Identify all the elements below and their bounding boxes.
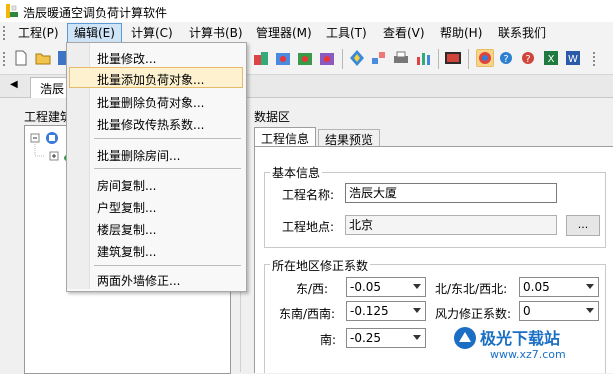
toolbar-grip[interactable] (593, 52, 598, 66)
building-calc-icon[interactable] (252, 49, 270, 67)
north-select[interactable]: 0.05 (519, 277, 599, 297)
cooling-icon[interactable] (274, 49, 292, 67)
chevron-down-icon (413, 308, 421, 313)
project-location-field[interactable]: 北京 (345, 215, 557, 235)
chart-icon[interactable] (414, 49, 432, 67)
project-name-field[interactable]: 浩辰大厦 (345, 183, 557, 203)
svg-text:?: ? (503, 54, 508, 65)
south-label: 南: (320, 333, 337, 347)
menu-item-exterior-wall-correction[interactable]: 两面外墙修正... (97, 272, 180, 289)
menu-item-copy-room[interactable]: 房间复制... (97, 177, 156, 194)
chevron-down-icon (586, 308, 594, 313)
wind-correction-select[interactable]: 0 (519, 301, 599, 321)
word-icon[interactable]: W (564, 49, 582, 67)
menubar-grip[interactable] (3, 26, 8, 40)
open-folder-icon[interactable] (34, 49, 52, 67)
south-select[interactable]: -0.25 (346, 328, 426, 348)
data-area-title: 数据区 (254, 110, 291, 124)
southeast-southwest-select[interactable]: -0.125 (346, 301, 426, 321)
watermark-brand: 极光下载站 (480, 329, 561, 348)
document-tab-label: 浩辰 (40, 82, 65, 96)
menu-item-batch-add-load[interactable]: 批量添加负荷对象... (97, 71, 204, 88)
wind-correction-label: 风力修正系数: (435, 307, 512, 321)
menu-item-copy-floor[interactable]: 楼层复制... (97, 221, 156, 238)
left-pane-title: 工程建筑 (24, 110, 73, 124)
menu-separator (94, 138, 241, 139)
southeast-southwest-label: 东南/西南: (279, 307, 336, 321)
north-label: 北/东北/西北: (435, 282, 508, 296)
menu-item-copy-unit[interactable]: 户型复制... (97, 199, 156, 216)
tab-result-preview[interactable]: 结果预览 (318, 129, 380, 147)
menu-separator (94, 265, 241, 266)
chevron-down-icon (413, 284, 421, 289)
menu-report[interactable]: 计算书(B) (183, 24, 249, 42)
project-name-label: 工程名称: (282, 188, 335, 202)
globe-icon[interactable] (476, 49, 494, 67)
diamond-icon[interactable] (348, 49, 366, 67)
wind-correction-value: 0 (523, 304, 531, 318)
tab-project-info-label: 工程信息 (261, 132, 310, 146)
title-bar: 浩辰暖通空调负荷计算软件 (0, 0, 613, 23)
toolbar-separator (342, 49, 343, 69)
menu-edit[interactable]: 编辑(E) (67, 23, 122, 43)
north-value: 0.05 (523, 280, 550, 294)
grid-view-icon[interactable] (444, 49, 462, 67)
browse-location-button[interactable]: ... (566, 215, 600, 236)
menu-help[interactable]: 帮助(H) (434, 24, 488, 42)
new-file-icon[interactable] (12, 49, 30, 67)
menu-calculate[interactable]: 计算(C) (125, 24, 179, 42)
menu-contact[interactable]: 联系我们 (492, 24, 552, 42)
tree-node-icons[interactable] (30, 131, 70, 171)
structure-icon[interactable] (370, 49, 388, 67)
project-location-label: 工程地点: (282, 220, 335, 234)
contact-icon[interactable]: ? (520, 49, 538, 67)
menu-separator (94, 168, 241, 169)
svg-text:?: ? (525, 54, 530, 65)
svg-text:X: X (548, 54, 555, 65)
tab-project-info[interactable]: 工程信息 (254, 127, 316, 147)
menu-item-batch-delete-room[interactable]: 批量删除房间... (97, 147, 180, 164)
chevron-down-icon (413, 335, 421, 340)
print-icon[interactable] (392, 49, 410, 67)
correction-legend: 所在地区修正系数 (270, 257, 371, 274)
menu-view[interactable]: 查看(V) (377, 24, 431, 42)
watermark-logo-icon (454, 327, 476, 349)
east-west-label: 东/西: (296, 282, 329, 296)
menu-item-batch-modify-coefficient[interactable]: 批量修改传热系数... (97, 116, 204, 133)
toolbar-separator (438, 49, 439, 69)
load-icon[interactable] (318, 49, 336, 67)
menu-item-batch-delete-load[interactable]: 批量删除负荷对象... (97, 94, 204, 111)
heating-icon[interactable] (296, 49, 314, 67)
east-west-select[interactable]: -0.05 (346, 277, 426, 297)
toolbar-grip[interactable] (3, 52, 8, 66)
basic-info-legend: 基本信息 (270, 164, 323, 181)
south-value: -0.25 (350, 331, 382, 345)
menu-tools[interactable]: 工具(T) (320, 24, 373, 42)
app-logo-icon (6, 4, 18, 18)
southeast-southwest-value: -0.125 (350, 304, 389, 318)
menu-manager[interactable]: 管理器(M) (250, 24, 318, 42)
menu-bar: 工程(P) 编辑(E) 计算(C) 计算书(B) 管理器(M) 工具(T) 查看… (0, 22, 613, 44)
excel-icon[interactable]: X (542, 49, 560, 67)
svg-text:W: W (568, 54, 578, 65)
help-icon[interactable]: ? (498, 49, 516, 67)
menu-project[interactable]: 工程(P) (12, 24, 65, 42)
east-west-value: -0.05 (350, 280, 382, 294)
menu-item-batch-modify[interactable]: 批量修改... (97, 50, 156, 67)
scroll-left-icon[interactable]: ◀ (10, 79, 18, 90)
window-title: 浩辰暖通空调负荷计算软件 (23, 6, 168, 20)
chevron-down-icon (586, 284, 594, 289)
watermark-url: www.xz7.com (490, 348, 566, 361)
toolbar-separator (468, 49, 469, 69)
menu-item-copy-building[interactable]: 建筑复制... (97, 243, 156, 260)
